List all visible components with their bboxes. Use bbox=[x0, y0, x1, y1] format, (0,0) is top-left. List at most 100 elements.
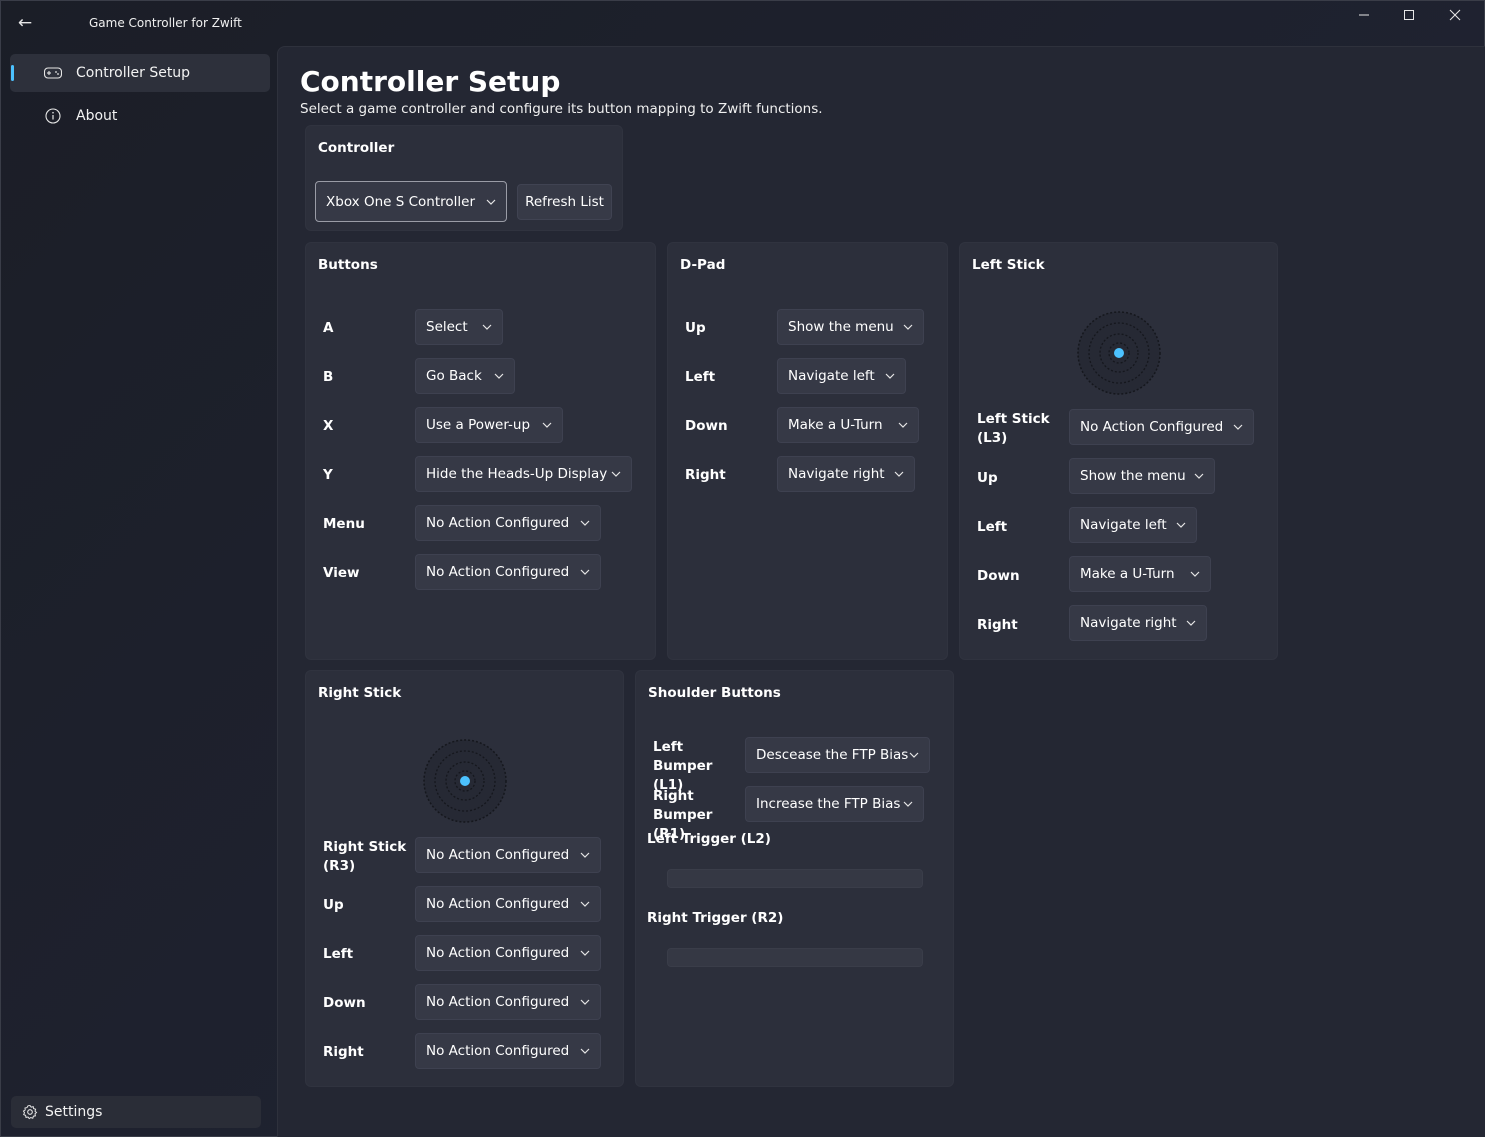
dropdown-value: Navigate left bbox=[1080, 517, 1167, 533]
right-stick-visualizer-icon bbox=[423, 739, 507, 823]
left-stick-label-left: Left bbox=[977, 519, 1008, 535]
chevron-down-icon bbox=[1233, 424, 1243, 430]
buttons-card: Buttons bbox=[305, 242, 656, 660]
dropdown-value: Make a U-Turn bbox=[1080, 566, 1175, 582]
right-stick-left-action-select[interactable]: No Action Configured bbox=[415, 935, 601, 971]
controller-select[interactable]: Xbox One S Controller bbox=[315, 181, 507, 222]
chevron-down-icon bbox=[580, 520, 590, 526]
chevron-down-icon bbox=[898, 422, 908, 428]
back-arrow-icon: ← bbox=[17, 13, 33, 33]
right-stick-card: Right Stick bbox=[305, 670, 624, 1087]
sidebar-item-settings[interactable]: Settings bbox=[11, 1096, 261, 1128]
right-stick-label-up: Up bbox=[323, 897, 344, 913]
sidebar-item-controller-setup[interactable]: Controller Setup bbox=[10, 54, 270, 92]
dpad-down-action-select[interactable]: Make a U-Turn bbox=[777, 407, 919, 443]
left-stick-right-action-select[interactable]: Navigate right bbox=[1069, 605, 1207, 641]
chevron-down-icon bbox=[580, 950, 590, 956]
title-bar: ← Game Controller for Zwift bbox=[1, 1, 1484, 45]
dpad-up-action-select[interactable]: Show the menu bbox=[777, 309, 924, 345]
button-a-action-select[interactable]: Select bbox=[415, 309, 503, 345]
maximize-button[interactable] bbox=[1394, 7, 1424, 27]
dpad-label-up: Up bbox=[685, 320, 706, 336]
refresh-list-label: Refresh List bbox=[525, 194, 604, 210]
left-stick-l3-action-select[interactable]: No Action Configured bbox=[1069, 409, 1254, 445]
left-trigger-progress-bar bbox=[667, 869, 923, 888]
chevron-down-icon bbox=[542, 422, 552, 428]
chevron-down-icon bbox=[580, 901, 590, 907]
sidebar-item-label: Controller Setup bbox=[76, 65, 191, 81]
chevron-down-icon bbox=[903, 801, 913, 807]
right-stick-right-action-select[interactable]: No Action Configured bbox=[415, 1033, 601, 1069]
left-stick-label-up: Up bbox=[977, 470, 998, 486]
info-icon bbox=[43, 106, 63, 126]
selection-indicator bbox=[11, 65, 14, 81]
dpad-label-left: Left bbox=[685, 369, 716, 385]
back-button[interactable]: ← bbox=[13, 11, 37, 35]
right-stick-label-left: Left bbox=[323, 946, 354, 962]
right-stick-label-down: Down bbox=[323, 995, 366, 1011]
right-stick-up-action-select[interactable]: No Action Configured bbox=[415, 886, 601, 922]
card-title: Controller bbox=[318, 140, 395, 156]
right-bumper-action-select[interactable]: Increase the FTP Bias bbox=[745, 786, 924, 822]
button-b-action-select[interactable]: Go Back bbox=[415, 358, 515, 394]
close-button[interactable] bbox=[1440, 7, 1470, 27]
chevron-down-icon bbox=[1186, 620, 1196, 626]
dropdown-value: No Action Configured bbox=[426, 994, 570, 1010]
app-window: ← Game Controller for Zwift Controller S… bbox=[0, 0, 1485, 1137]
right-stick-r3-action-select[interactable]: No Action Configured bbox=[415, 837, 601, 873]
right-stick-label-right: Right bbox=[323, 1044, 364, 1060]
card-title: Buttons bbox=[318, 257, 378, 273]
left-trigger-label: Left Trigger (L2) bbox=[647, 831, 771, 847]
refresh-list-button[interactable]: Refresh List bbox=[517, 184, 612, 220]
left-stick-label-l3: Left Stick (L3) bbox=[977, 411, 1050, 446]
dropdown-value: No Action Configured bbox=[426, 515, 570, 531]
dropdown-value: Navigate right bbox=[1080, 615, 1177, 631]
button-menu-action-select[interactable]: No Action Configured bbox=[415, 505, 601, 541]
chevron-down-icon bbox=[494, 373, 504, 379]
dpad-left-action-select[interactable]: Navigate left bbox=[777, 358, 906, 394]
chevron-down-icon bbox=[486, 199, 496, 205]
controller-select-value: Xbox One S Controller bbox=[326, 193, 475, 210]
left-stick-left-action-select[interactable]: Navigate left bbox=[1069, 507, 1197, 543]
button-y-action-select[interactable]: Hide the Heads-Up Display bbox=[415, 456, 632, 492]
chevron-down-icon bbox=[894, 471, 904, 477]
chevron-down-icon bbox=[611, 471, 621, 477]
right-stick-down-action-select[interactable]: No Action Configured bbox=[415, 984, 601, 1020]
button-label-menu: Menu bbox=[323, 516, 365, 532]
right-trigger-label: Right Trigger (R2) bbox=[647, 910, 784, 926]
chevron-down-icon bbox=[885, 373, 895, 379]
dropdown-value: Navigate left bbox=[788, 368, 875, 384]
dropdown-value: Make a U-Turn bbox=[788, 417, 883, 433]
button-label-x: X bbox=[323, 418, 334, 434]
left-stick-label-right: Right bbox=[977, 617, 1018, 633]
chevron-down-icon bbox=[1194, 473, 1204, 479]
left-bumper-action-select[interactable]: Descease the FTP Bias bbox=[745, 737, 930, 773]
dropdown-value: Navigate right bbox=[788, 466, 885, 482]
left-stick-up-action-select[interactable]: Show the menu bbox=[1069, 458, 1215, 494]
dropdown-value: No Action Configured bbox=[1080, 419, 1224, 435]
dropdown-value: Descease the FTP Bias bbox=[756, 747, 909, 763]
right-stick-label-r3: Right Stick (R3) bbox=[323, 839, 407, 874]
button-x-action-select[interactable]: Use a Power-up bbox=[415, 407, 563, 443]
button-view-action-select[interactable]: No Action Configured bbox=[415, 554, 601, 590]
chevron-down-icon bbox=[580, 999, 590, 1005]
sidebar-item-about[interactable]: About bbox=[10, 97, 270, 135]
dropdown-value: Show the menu bbox=[788, 319, 894, 335]
dropdown-value: No Action Configured bbox=[426, 564, 570, 580]
dpad-right-action-select[interactable]: Navigate right bbox=[777, 456, 915, 492]
left-stick-down-action-select[interactable]: Make a U-Turn bbox=[1069, 556, 1211, 592]
minimize-icon bbox=[1359, 14, 1369, 16]
dropdown-value: Hide the Heads-Up Display bbox=[426, 466, 608, 482]
dpad-card: D-Pad bbox=[667, 242, 948, 660]
right-trigger-progress-bar bbox=[667, 948, 923, 967]
dpad-label-right: Right bbox=[685, 467, 726, 483]
app-title: Game Controller for Zwift bbox=[89, 16, 242, 30]
page-title: Controller Setup bbox=[300, 65, 561, 98]
chevron-down-icon bbox=[580, 1048, 590, 1054]
dropdown-value: No Action Configured bbox=[426, 1043, 570, 1059]
card-title: Right Stick bbox=[318, 685, 402, 701]
minimize-button[interactable] bbox=[1349, 7, 1379, 27]
dropdown-value: Show the menu bbox=[1080, 468, 1186, 484]
card-title: D-Pad bbox=[680, 257, 726, 273]
gamepad-icon bbox=[43, 63, 63, 83]
